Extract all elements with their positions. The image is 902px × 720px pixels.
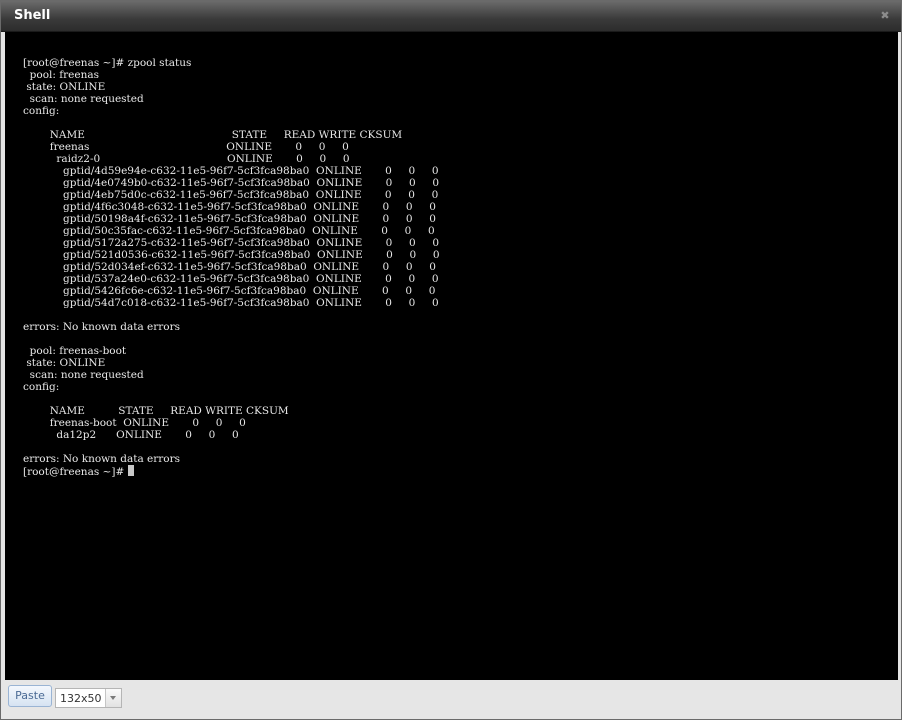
- terminal-size-value: 132x50: [60, 692, 102, 705]
- terminal-line: NAME STATE READ WRITE CKSUM: [23, 129, 403, 141]
- terminal-line: gptid/50c35fac-c632-11e5-96f7-5cf3fca98b…: [23, 225, 435, 237]
- terminal-line: errors: No known data errors: [23, 321, 181, 333]
- window-title: Shell: [14, 8, 51, 23]
- terminal-line: gptid/5426fc6e-c632-11e5-96f7-5cf3fca98b…: [23, 285, 436, 297]
- terminal-line: [root@freenas ~]# zpool status: [23, 57, 192, 69]
- terminal-line: errors: No known data errors: [23, 453, 181, 465]
- close-icon[interactable]: ✖: [879, 10, 891, 22]
- terminal-line: gptid/4f6c3048-c632-11e5-96f7-5cf3fca98b…: [23, 201, 436, 213]
- terminal-line: gptid/4eb75d0c-c632-11e5-96f7-5cf3fca98b…: [23, 189, 439, 201]
- terminal-line: gptid/4d59e94e-c632-11e5-96f7-5cf3fca98b…: [23, 165, 439, 177]
- terminal-line: pool: freenas-boot: [23, 345, 127, 357]
- terminal-cursor: [127, 465, 134, 476]
- terminal-line: state: ONLINE: [23, 81, 106, 93]
- terminal-line: gptid/52d034ef-c632-11e5-96f7-5cf3fca98b…: [23, 261, 436, 273]
- terminal-prompt-line: [root@freenas ~]#: [23, 465, 898, 478]
- terminal-prompt: [root@freenas ~]#: [23, 466, 128, 478]
- terminal-line: config:: [23, 381, 60, 393]
- terminal-line: gptid/54d7c018-c632-11e5-96f7-5cf3fca98b…: [23, 297, 439, 309]
- shell-window: Shell ✖ [root@freenas ~]# zpool status p…: [0, 0, 902, 720]
- terminal-line: freenas-boot ONLINE 0 0 0: [23, 417, 246, 429]
- terminal-line: gptid/5172a275-c632-11e5-96f7-5cf3fca98b…: [23, 237, 440, 249]
- terminal-line: NAME STATE READ WRITE CKSUM: [23, 405, 289, 417]
- terminal-line: state: ONLINE: [23, 357, 106, 369]
- terminal-size-select[interactable]: 132x50: [55, 688, 122, 708]
- terminal-line: scan: none requested: [23, 369, 144, 381]
- terminal-output[interactable]: [root@freenas ~]# zpool status pool: fre…: [5, 32, 898, 680]
- chevron-down-icon[interactable]: [105, 689, 121, 707]
- terminal-line: config:: [23, 105, 60, 117]
- terminal-line: freenas ONLINE 0 0 0: [23, 141, 349, 153]
- title-bar: Shell ✖: [1, 1, 901, 32]
- terminal-line: pool: freenas: [23, 69, 100, 81]
- terminal-line: raidz2-0 ONLINE 0 0 0: [23, 153, 350, 165]
- paste-button[interactable]: Paste: [8, 685, 52, 707]
- terminal-line: da12p2 ONLINE 0 0 0: [23, 429, 239, 441]
- terminal-line: gptid/4e0749b0-c632-11e5-96f7-5cf3fca98b…: [23, 177, 440, 189]
- shell-toolbar: Paste 132x50: [1, 681, 901, 719]
- terminal-line: gptid/50198a4f-c632-11e5-96f7-5cf3fca98b…: [23, 213, 436, 225]
- terminal-line: gptid/521d0536-c632-11e5-96f7-5cf3fca98b…: [23, 249, 440, 261]
- terminal-line: gptid/537a24e0-c632-11e5-96f7-5cf3fca98b…: [23, 273, 439, 285]
- terminal-line: scan: none requested: [23, 93, 144, 105]
